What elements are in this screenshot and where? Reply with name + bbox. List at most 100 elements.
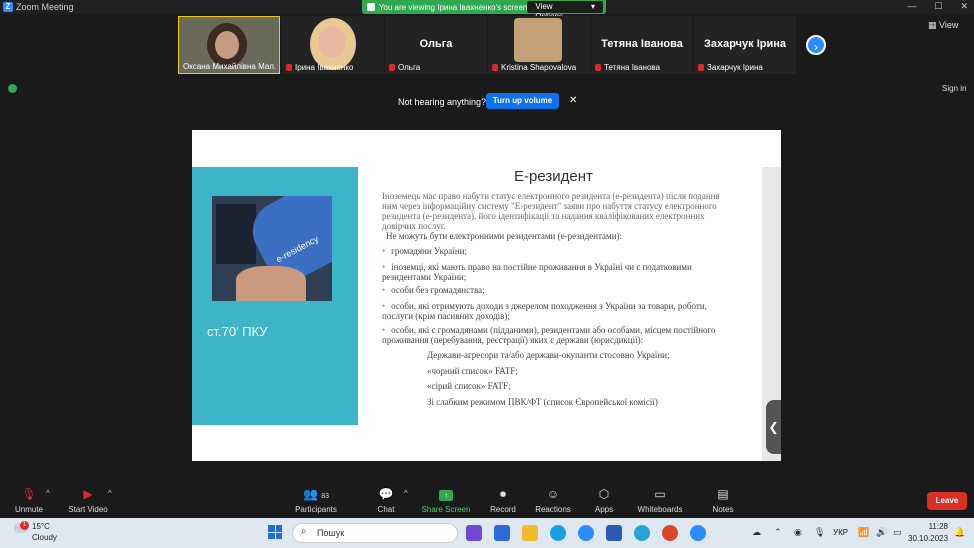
record-label: Record [490, 505, 516, 514]
slide-bullet: • іноземці, які мають право на постійне п… [382, 262, 692, 282]
clock-date[interactable]: 30.10.2023 [908, 534, 948, 543]
tray-chevron-icon[interactable]: ⌃ [774, 527, 782, 538]
windows-taskbar [0, 518, 974, 548]
clock-time[interactable]: 11:28 [922, 522, 948, 531]
word-app-icon[interactable] [606, 525, 622, 541]
maximize-icon[interactable]: ☐ [934, 1, 942, 12]
close-icon[interactable]: ✕ [569, 95, 577, 106]
slide-intro: Іноземець має право набути статус електр… [382, 191, 720, 231]
participant-name: Тетяна Іванова [595, 63, 660, 72]
participant-tile[interactable]: Оксана Михайлівна Мал... [178, 16, 280, 74]
chevron-up-icon[interactable]: ^ [108, 489, 112, 498]
search-placeholder: Пошук [317, 528, 345, 538]
zoom-meeting-icon[interactable] [690, 525, 706, 541]
chevron-up-icon[interactable]: ^ [404, 489, 408, 498]
apps-icon: ⬡ [598, 487, 610, 501]
slide-subheading: Не можуть бути електронними резидентами … [386, 231, 623, 241]
chat-button[interactable]: 💬 Chat [376, 487, 396, 514]
search-icon: ⌕ [301, 526, 307, 537]
viewing-banner: You are viewing Ірина Іваxненко's screen… [362, 0, 606, 21]
slide-bullet: • громадяни України; [382, 246, 467, 256]
telegram-app-icon[interactable] [634, 525, 650, 541]
zoom-logo-icon: Z [3, 2, 13, 12]
input-language[interactable]: УКР [833, 528, 848, 537]
unmute-label: Unmute [14, 505, 43, 514]
mic-muted-icon [492, 64, 498, 71]
participant-tile[interactable]: Kristina Shapovalova [488, 16, 590, 74]
participant-name: Захарчук Ірина [698, 63, 763, 72]
volume-icon[interactable]: 🔊 [876, 527, 887, 538]
weather-badge: 1 [20, 521, 29, 530]
meeting-toolbar [0, 484, 974, 518]
mic-muted-icon [698, 64, 704, 71]
minimize-icon[interactable]: — [907, 1, 916, 12]
mail-app-icon[interactable] [494, 525, 510, 541]
view-options-button[interactable]: View Options ▾ [527, 1, 603, 21]
windows-start-icon[interactable] [268, 525, 282, 539]
turn-up-volume-button[interactable]: Turn up volume [486, 93, 559, 109]
mic-muted-icon [595, 64, 601, 71]
chevron-up-icon[interactable]: ^ [46, 489, 50, 498]
participant-name: Ірина Іваxненко [286, 63, 353, 72]
participants-count: 83 [321, 493, 330, 500]
start-video-label: Start Video [68, 505, 108, 514]
apps-button[interactable]: ⬡ Apps [592, 487, 616, 514]
mic-muted-icon [286, 64, 292, 71]
gallery-next-icon[interactable]: › [806, 35, 826, 55]
whiteboards-label: Whiteboards [637, 505, 683, 514]
slide-subitem: «чорний список» FATF; [427, 366, 518, 376]
participants-button[interactable]: 👥 83 Participants [294, 487, 338, 514]
whiteboards-button[interactable]: ▭ Whiteboards [637, 487, 683, 514]
wifi-icon[interactable]: 📶 [858, 527, 869, 538]
tray-mic-icon[interactable]: 🎙 [814, 527, 825, 538]
participant-tile[interactable]: Ірина Іваxненко [282, 16, 384, 74]
share-screen-icon: ↑ [421, 487, 471, 502]
view-options-label: View Options [535, 2, 563, 21]
slide-teal-panel: e-residency ст.70' ПКУ [192, 167, 358, 425]
video-face [215, 31, 239, 59]
unmute-button[interactable]: 🎙 Unmute [12, 487, 46, 514]
zoom-app-icon[interactable] [578, 525, 594, 541]
notes-button[interactable]: ▤ Notes [710, 487, 736, 514]
chat-icon: 💬 [378, 487, 394, 501]
participant-tile[interactable]: Захарчук Ірина Захарчук Ірина [694, 16, 796, 74]
reactions-button[interactable]: ☺ Reactions [535, 487, 571, 514]
chrome-browser-icon[interactable] [662, 525, 678, 541]
view-button[interactable]: ▦ View [928, 20, 958, 31]
taskbar-search-input[interactable]: ⌕ Пошук [292, 523, 458, 543]
window-title: Zoom Meeting [16, 2, 74, 12]
share-screen-button[interactable]: ↑ Share Screen [421, 487, 471, 514]
share-screen-label: Share Screen [421, 505, 471, 514]
notes-label: Notes [712, 505, 734, 514]
sign-in-link[interactable]: Sign in [942, 84, 966, 93]
weather-condition[interactable]: Cloudy [32, 533, 57, 542]
reactions-label: Reactions [535, 505, 571, 514]
mic-muted-icon: 🎙 [21, 487, 37, 501]
teams-app-icon[interactable] [466, 525, 482, 541]
security-shield-icon[interactable] [8, 84, 17, 93]
video-off-icon: ▶ [83, 487, 93, 501]
whiteboard-icon: ▭ [654, 487, 666, 501]
file-explorer-icon[interactable] [522, 525, 538, 541]
participants-icon: 👥 83 [302, 487, 330, 501]
edge-browser-icon[interactable] [550, 525, 566, 541]
participants-label: Participants [295, 505, 337, 514]
apps-label: Apps [594, 505, 614, 514]
start-video-button[interactable]: ▶ Start Video [66, 487, 110, 514]
tray-app-icon[interactable]: ◉ [794, 527, 802, 538]
window-controls: — ☐ ✕ [907, 1, 968, 12]
tray-cloud-icon[interactable]: ☁ [752, 527, 761, 538]
notification-bell-icon[interactable]: 🔔 [954, 527, 965, 538]
record-button[interactable]: ⏺ Record [488, 487, 518, 514]
notes-icon: ▤ [717, 487, 729, 501]
chevron-left-icon[interactable]: ❮ [766, 400, 781, 454]
participant-tile[interactable]: Тетяна Іванова Тетяна Іванова [591, 16, 693, 74]
battery-icon[interactable]: ▭ [893, 527, 902, 538]
slide-subitem: «сірий список» FATF; [427, 381, 511, 391]
close-icon[interactable]: ✕ [960, 1, 968, 12]
shield-icon [367, 3, 375, 11]
weather-temperature[interactable]: 15°C [32, 522, 50, 531]
leave-button[interactable]: Leave [927, 492, 967, 510]
participant-tile[interactable]: Ольга Ольга [385, 16, 487, 74]
participant-name-large: Тетяна Іванова [601, 38, 683, 50]
